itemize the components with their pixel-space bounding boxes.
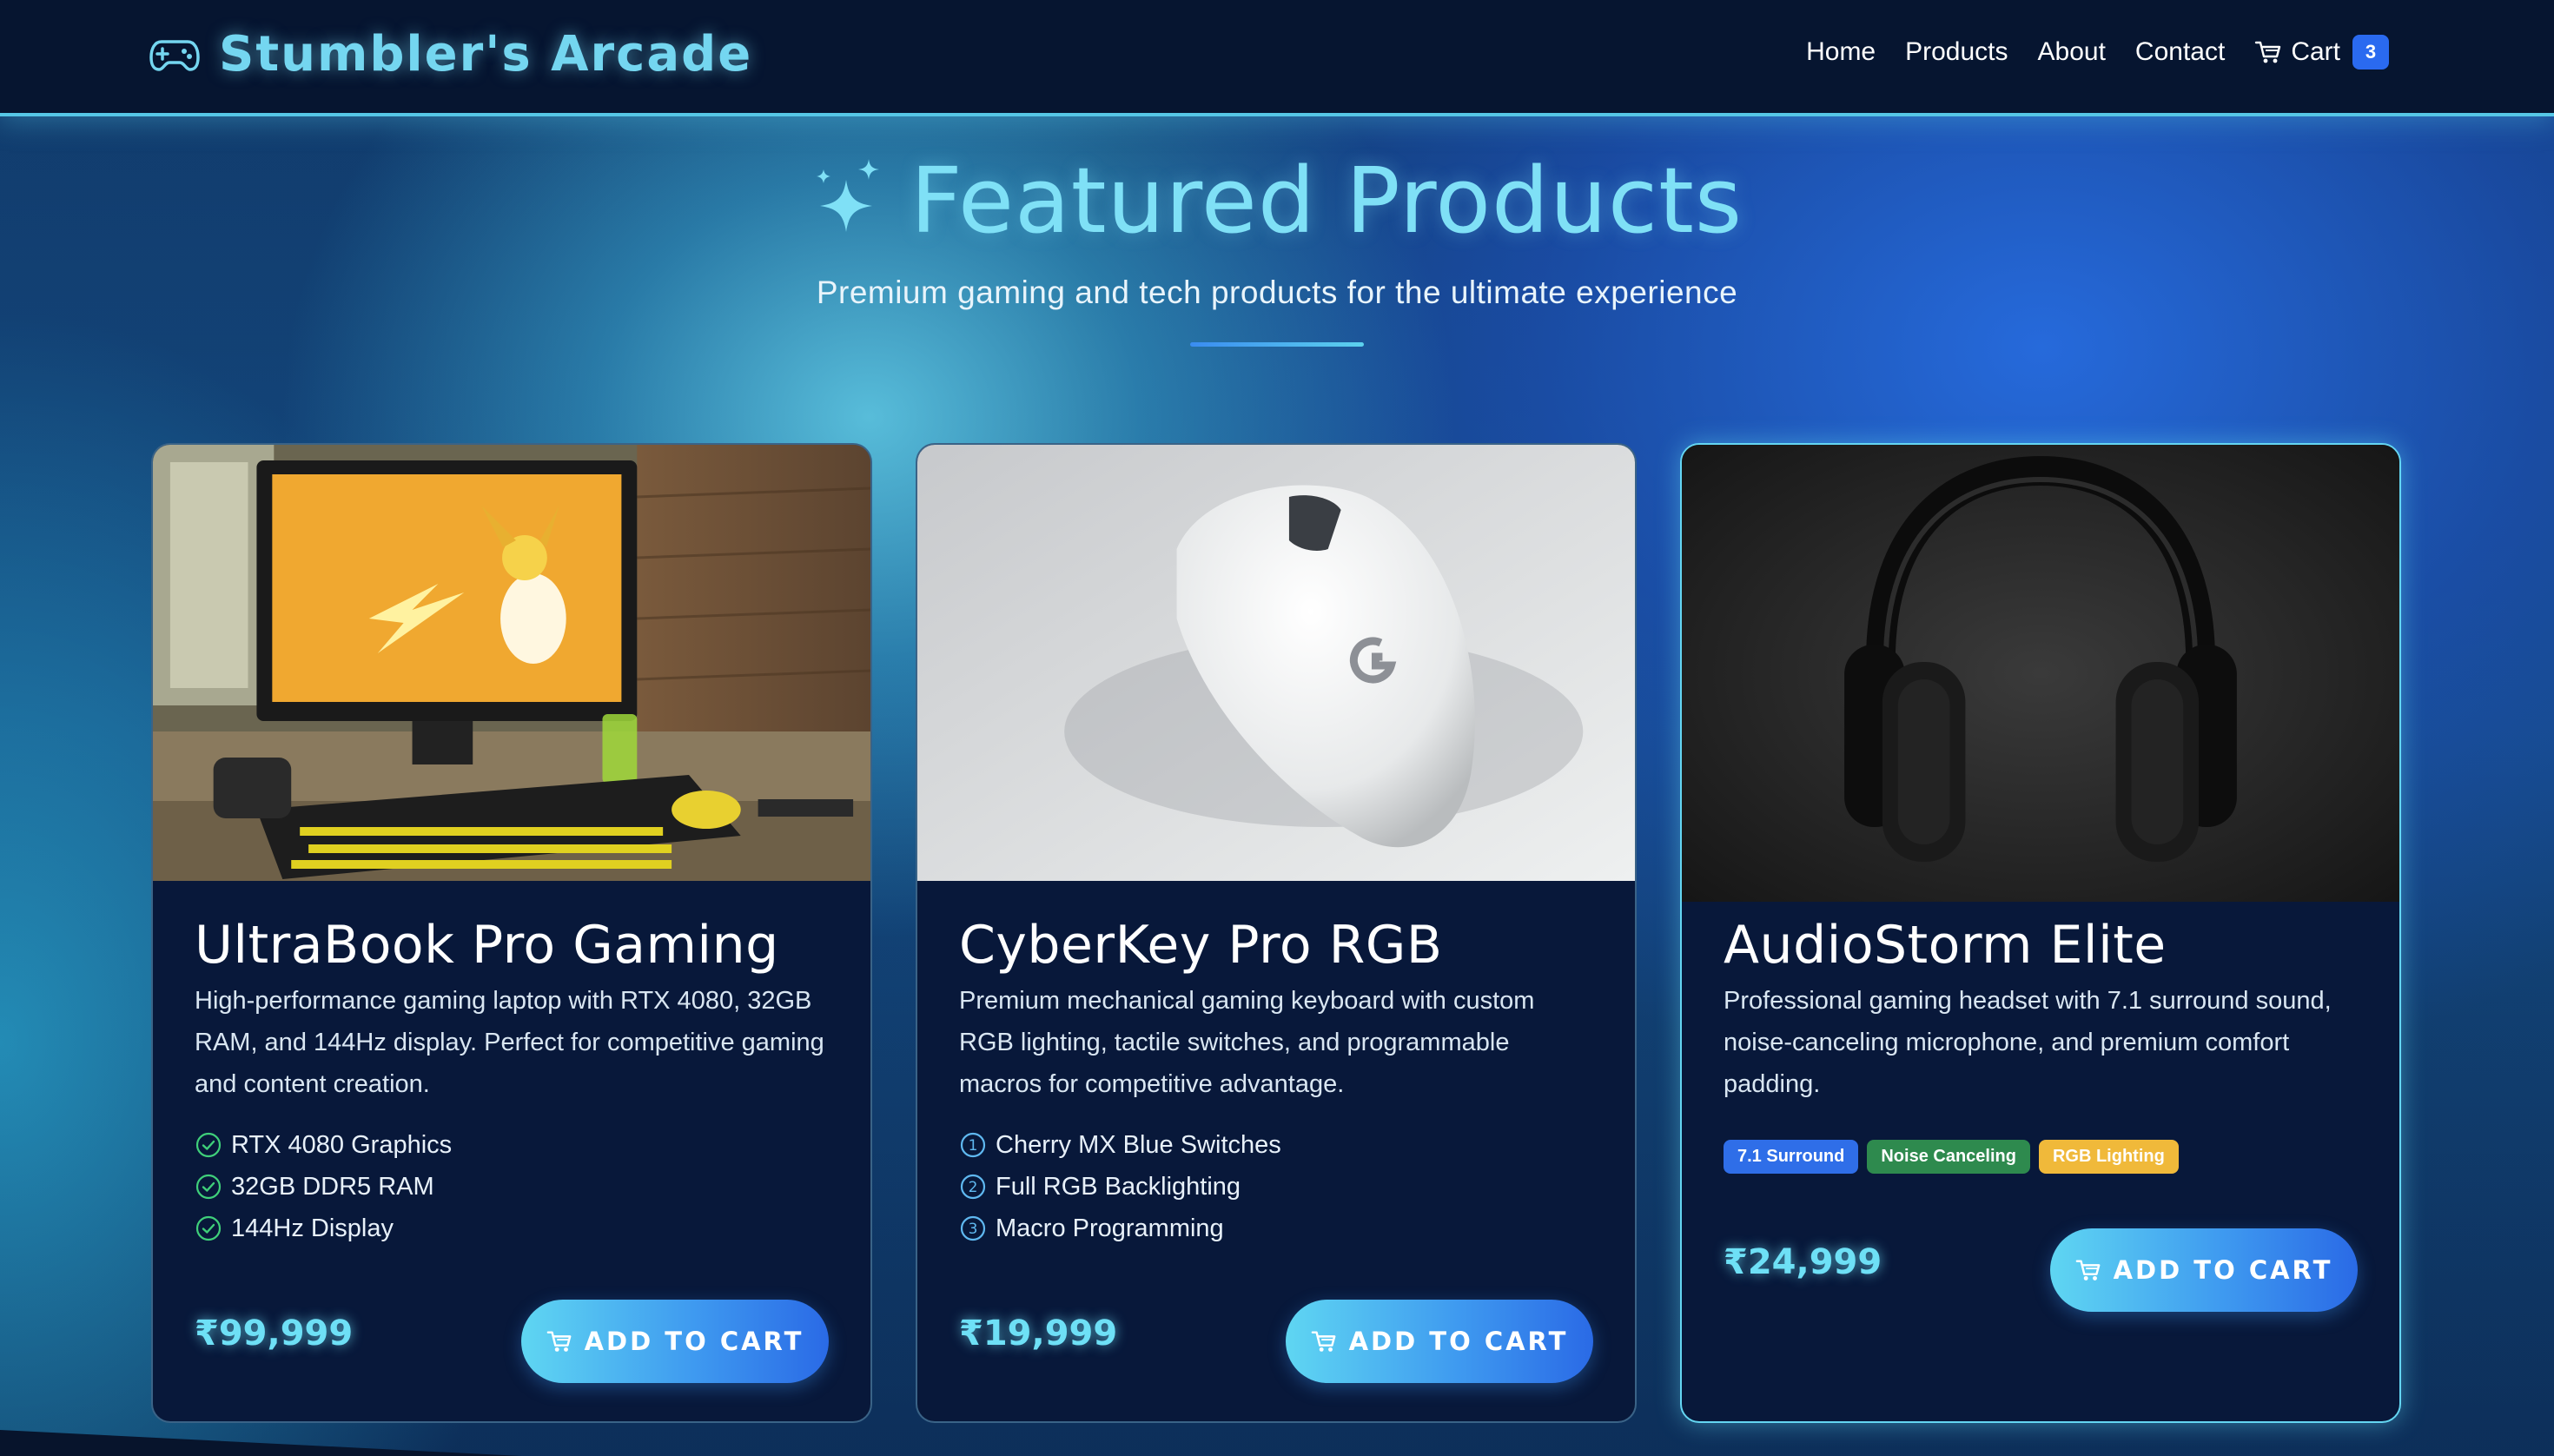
product-card-cyberkey[interactable]: CyberKey Pro RGB Premium mechanical gami…: [916, 443, 1637, 1423]
tag-rgb-lighting: RGB Lighting: [2038, 1140, 2179, 1174]
title-divider: [1190, 342, 1364, 347]
gamepad-icon: [149, 39, 200, 71]
feature-item: 144Hz Display: [195, 1208, 829, 1249]
feature-label: RTX 4080 Graphics: [231, 1131, 453, 1159]
tag-list: 7.1 Surround Noise Canceling RGB Lightin…: [1724, 1140, 2358, 1174]
feature-item: 2 Full RGB Backlighting: [959, 1166, 1593, 1208]
product-card-ultrabook[interactable]: UltraBook Pro Gaming High-performance ga…: [151, 443, 872, 1423]
brand-name: Stumbler's Arcade: [219, 26, 753, 83]
tag-surround: 7.1 Surround: [1724, 1140, 1859, 1174]
add-to-cart-label: ADD TO CART: [584, 1327, 804, 1356]
check-circle-icon: [195, 1215, 222, 1241]
product-image-cyberkey: [917, 445, 1635, 881]
card-body: UltraBook Pro Gaming High-performance ga…: [195, 919, 829, 1249]
feature-item: 3 Macro Programming: [959, 1208, 1593, 1249]
product-price: ₹24,999: [1724, 1242, 1882, 1282]
card-body: AudioStorm Elite Professional gaming hea…: [1724, 919, 2358, 1174]
nav-link-about[interactable]: About: [2038, 37, 2106, 67]
feature-label: 144Hz Display: [231, 1214, 394, 1242]
nav-link-products[interactable]: Products: [1905, 37, 2008, 67]
number-1-circle-icon: 1: [960, 1132, 986, 1158]
product-description: High-performance gaming laptop with RTX …: [195, 987, 824, 1098]
product-card-audiostorm[interactable]: AudioStorm Elite Professional gaming hea…: [1680, 443, 2401, 1423]
section-header: Featured Products Premium gaming and tec…: [0, 148, 2554, 347]
feature-label: Full RGB Backlighting: [996, 1173, 1241, 1201]
check-circle-icon: [195, 1174, 222, 1200]
feature-item: 1 Cherry MX Blue Switches: [959, 1124, 1593, 1166]
feature-number: 3: [969, 1221, 978, 1238]
product-image-audiostorm: [1682, 445, 2399, 902]
feature-list: RTX 4080 Graphics 32GB DDR5 RAM 144Hz Di…: [195, 1124, 829, 1249]
section-title: Featured Products: [910, 148, 1743, 254]
feature-list: 1 Cherry MX Blue Switches 2 Full RGB Bac…: [959, 1124, 1593, 1249]
cart-count-badge: 3: [2352, 35, 2389, 69]
cart-icon: [2255, 41, 2281, 63]
tag-noise-canceling: Noise Canceling: [1867, 1140, 2030, 1174]
feature-item: 32GB DDR5 RAM: [195, 1166, 829, 1208]
add-to-cart-button[interactable]: ADD TO CART: [521, 1300, 829, 1383]
product-description: Premium mechanical gaming keyboard with …: [959, 987, 1535, 1098]
product-price: ₹19,999: [959, 1314, 1118, 1353]
feature-label: Macro Programming: [996, 1214, 1224, 1242]
section-subtitle: Premium gaming and tech products for the…: [816, 275, 1738, 310]
number-2-circle-icon: 2: [960, 1174, 986, 1200]
product-price: ₹99,999: [195, 1314, 354, 1353]
feature-number: 2: [969, 1179, 978, 1196]
brand[interactable]: Stumbler's Arcade: [149, 26, 752, 83]
number-3-circle-icon: 3: [960, 1215, 986, 1241]
feature-item: RTX 4080 Graphics: [195, 1124, 829, 1166]
add-to-cart-label: ADD TO CART: [1348, 1327, 1569, 1356]
product-title: CyberKey Pro RGB: [959, 915, 1443, 976]
cart-icon: [2075, 1260, 2101, 1281]
product-description: Professional gaming headset with 7.1 sur…: [1724, 987, 2332, 1098]
decorative-shape: [0, 1430, 521, 1456]
add-to-cart-button[interactable]: ADD TO CART: [1286, 1300, 1593, 1383]
navbar: Stumbler's Arcade Home Products About Co…: [0, 0, 2554, 116]
check-circle-icon: [195, 1132, 222, 1158]
cart-label: Cart: [2291, 37, 2340, 66]
product-title: AudioStorm Elite: [1724, 915, 2167, 976]
nav-link-contact[interactable]: Contact: [2135, 37, 2225, 67]
feature-label: Cherry MX Blue Switches: [996, 1131, 1281, 1159]
sparkles-icon: [816, 159, 879, 232]
product-title: UltraBook Pro Gaming: [195, 915, 779, 976]
card-body: CyberKey Pro RGB Premium mechanical gami…: [959, 919, 1593, 1249]
feature-number: 1: [969, 1137, 978, 1155]
add-to-cart-label: ADD TO CART: [2113, 1255, 2333, 1285]
cart-icon: [1311, 1331, 1336, 1352]
nav-cart-link[interactable]: Cart 3: [2254, 35, 2389, 69]
cart-icon: [546, 1331, 572, 1352]
nav-links: Home Products About Contact Cart 3: [1806, 35, 2389, 69]
nav-link-home[interactable]: Home: [1806, 37, 1876, 67]
add-to-cart-button[interactable]: ADD TO CART: [2050, 1228, 2358, 1312]
product-image-ultrabook: [153, 445, 870, 881]
feature-label: 32GB DDR5 RAM: [231, 1173, 434, 1201]
